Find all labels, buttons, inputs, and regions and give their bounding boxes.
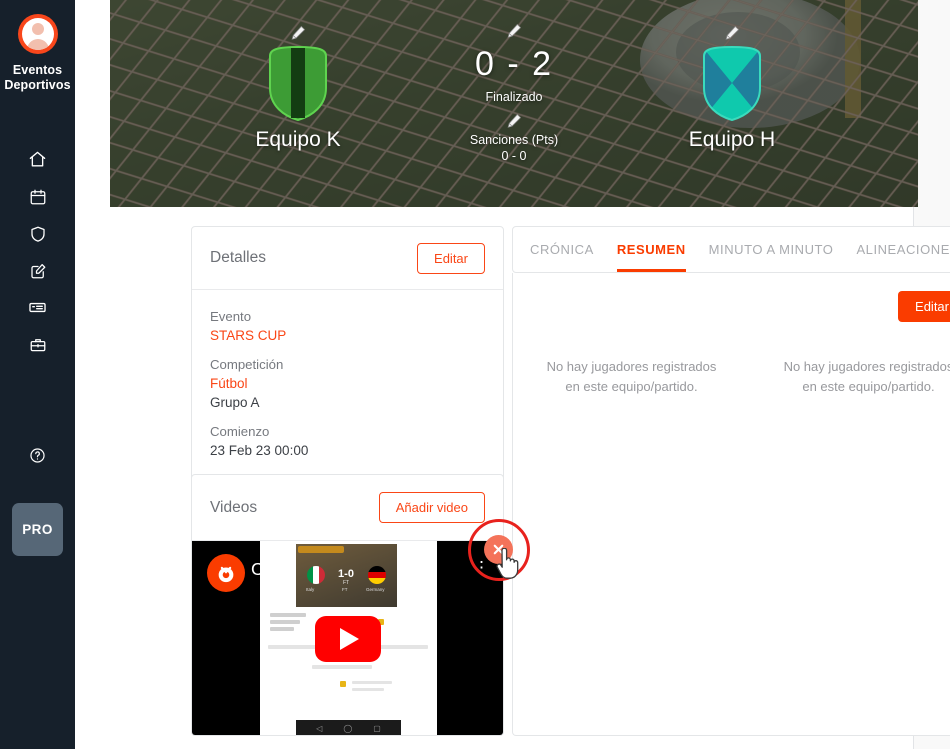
sanctions-value: 0 - 0 bbox=[501, 149, 527, 163]
sidebar: Eventos Deportivos PRO bbox=[0, 0, 75, 749]
sidebar-item-help[interactable] bbox=[0, 443, 75, 473]
android-navbar: ◁ ◯ ▢ bbox=[296, 720, 401, 735]
empty-away-line-1: No hay jugadores registrados bbox=[783, 359, 950, 374]
empty-state-away: No hay jugadores registrados en este equ… bbox=[750, 357, 950, 397]
home-team-shield-icon[interactable] bbox=[266, 44, 330, 122]
detail-field-competicion: Competición Fútbol Grupo A bbox=[210, 355, 485, 412]
score-value: 0 - 2 bbox=[474, 45, 554, 83]
sidebar-item-home[interactable] bbox=[0, 141, 75, 178]
details-title: Detalles bbox=[210, 249, 266, 266]
details-card-header: Detalles Editar bbox=[192, 227, 503, 290]
competicion-label: Competición bbox=[210, 357, 284, 372]
comienzo-value: 23 Feb 23 00:00 bbox=[210, 443, 309, 458]
competize-logo-icon bbox=[207, 554, 245, 592]
detail-field-comienzo: Comienzo 23 Feb 23 00:00 bbox=[210, 422, 485, 460]
sidebar-item-edit[interactable] bbox=[0, 252, 75, 289]
pencil-icon[interactable] bbox=[723, 24, 741, 42]
recents-icon: ▢ bbox=[373, 723, 381, 733]
away-team-name: Equipo H bbox=[688, 128, 776, 151]
away-team-shield-icon[interactable] bbox=[700, 44, 764, 122]
empty-state-columns: No hay jugadores registrados en este equ… bbox=[513, 357, 950, 397]
id-card-icon bbox=[28, 298, 47, 317]
sanctions-pencil-icon[interactable] bbox=[505, 112, 523, 130]
details-card-body: Evento STARS CUP Competición Fútbol Grup… bbox=[192, 290, 503, 480]
home-icon bbox=[28, 150, 47, 169]
content-area: Equipo K 0 - 2 Finalizado Sanciones (Pts… bbox=[75, 0, 950, 749]
tab-alineaciones[interactable]: ALINEACIONES bbox=[856, 227, 950, 272]
tab-resumen[interactable]: RESUMEN bbox=[616, 227, 686, 272]
comienzo-label: Comienzo bbox=[210, 424, 270, 439]
thumb-score: 1-0 FT bbox=[338, 568, 354, 586]
sidebar-item-calendar[interactable] bbox=[0, 178, 75, 215]
home-team-name: Equipo K bbox=[255, 128, 341, 151]
sidebar-nav bbox=[0, 141, 75, 363]
germany-flag-icon bbox=[368, 566, 386, 584]
user-avatar-icon bbox=[21, 18, 54, 50]
tab-edit-wrap: Editar bbox=[513, 273, 950, 322]
empty-away-line-2: en este equipo/partido. bbox=[802, 379, 935, 394]
tab-content-panel: Editar No hay jugadores registrados en e… bbox=[512, 273, 950, 736]
match-status: Finalizado bbox=[485, 90, 543, 104]
tab-minuto-a-minuto[interactable]: MINUTO A MINUTO bbox=[709, 227, 834, 272]
youtube-play-icon[interactable] bbox=[314, 615, 381, 662]
competicion-group: Grupo A bbox=[210, 395, 260, 410]
detail-field-evento: Evento STARS CUP bbox=[210, 307, 485, 345]
empty-home-line-1: No hay jugadores registrados bbox=[546, 359, 717, 374]
thumb-away-label: Germany bbox=[366, 587, 385, 592]
videos-card-header: Videos Añadir video bbox=[192, 475, 503, 541]
brand-name: Eventos Deportivos bbox=[4, 63, 70, 93]
videos-card: Videos Añadir video Competize for refere… bbox=[191, 474, 504, 736]
thumb-ft-label: FT bbox=[342, 587, 348, 592]
evento-value[interactable]: STARS CUP bbox=[210, 326, 485, 345]
tabs-bar: CRÓNICA RESUMEN MINUTO A MINUTO ALINEACI… bbox=[512, 226, 950, 273]
sidebar-item-licenses[interactable] bbox=[0, 289, 75, 326]
brand-line-2: Deportivos bbox=[4, 78, 71, 92]
tab-cronica[interactable]: CRÓNICA bbox=[530, 227, 594, 272]
videos-title: Videos bbox=[210, 498, 258, 516]
help-circle-icon bbox=[29, 447, 46, 469]
sanctions-label: Sanciones (Pts) bbox=[469, 133, 559, 147]
pencil-icon[interactable] bbox=[289, 24, 307, 42]
video-player[interactable]: Competize for referees ⋮ 1-0FT bbox=[192, 541, 503, 735]
shield-icon bbox=[29, 225, 47, 243]
italy-flag-icon bbox=[307, 566, 325, 584]
app-root: Eventos Deportivos PRO Equipo K 0 - 2 Fi… bbox=[0, 0, 950, 749]
evento-label: Evento bbox=[210, 309, 252, 324]
thumb-home-label: Italy bbox=[306, 587, 315, 592]
away-team-block: Equipo H bbox=[637, 24, 827, 152]
competicion-value[interactable]: Fútbol bbox=[210, 374, 485, 393]
resumen-edit-button[interactable]: Editar bbox=[898, 291, 950, 322]
calendar-icon bbox=[29, 188, 47, 206]
kebab-menu-icon[interactable]: ⋮ bbox=[473, 559, 490, 576]
tabs-row: CRÓNICA RESUMEN MINUTO A MINUTO ALINEACI… bbox=[513, 227, 950, 272]
edit-square-icon bbox=[29, 262, 47, 280]
score-block: 0 - 2 Finalizado Sanciones (Pts) 0 - 0 bbox=[404, 22, 624, 163]
brand-line-1: Eventos bbox=[12, 63, 63, 77]
add-video-button[interactable]: Añadir video bbox=[378, 492, 485, 523]
empty-state-home: No hay jugadores registrados en este equ… bbox=[513, 357, 750, 397]
pro-button[interactable]: PRO bbox=[12, 503, 63, 556]
score-pencil-icon[interactable] bbox=[505, 22, 523, 40]
delete-video-button[interactable] bbox=[484, 535, 513, 564]
details-edit-button[interactable]: Editar bbox=[417, 242, 485, 274]
details-card: Detalles Editar Evento STARS CUP Competi… bbox=[191, 226, 504, 481]
avatar[interactable] bbox=[17, 14, 58, 54]
sidebar-item-organization[interactable] bbox=[0, 326, 75, 363]
home-team-block: Equipo K bbox=[203, 24, 393, 152]
close-icon bbox=[493, 544, 504, 555]
empty-home-line-2: en este equipo/partido. bbox=[565, 379, 698, 394]
home-circle-icon: ◯ bbox=[343, 723, 353, 733]
sidebar-item-teams[interactable] bbox=[0, 215, 75, 252]
match-banner: Equipo K 0 - 2 Finalizado Sanciones (Pts… bbox=[110, 0, 918, 207]
briefcase-icon bbox=[29, 336, 47, 354]
back-icon: ◁ bbox=[316, 723, 323, 733]
